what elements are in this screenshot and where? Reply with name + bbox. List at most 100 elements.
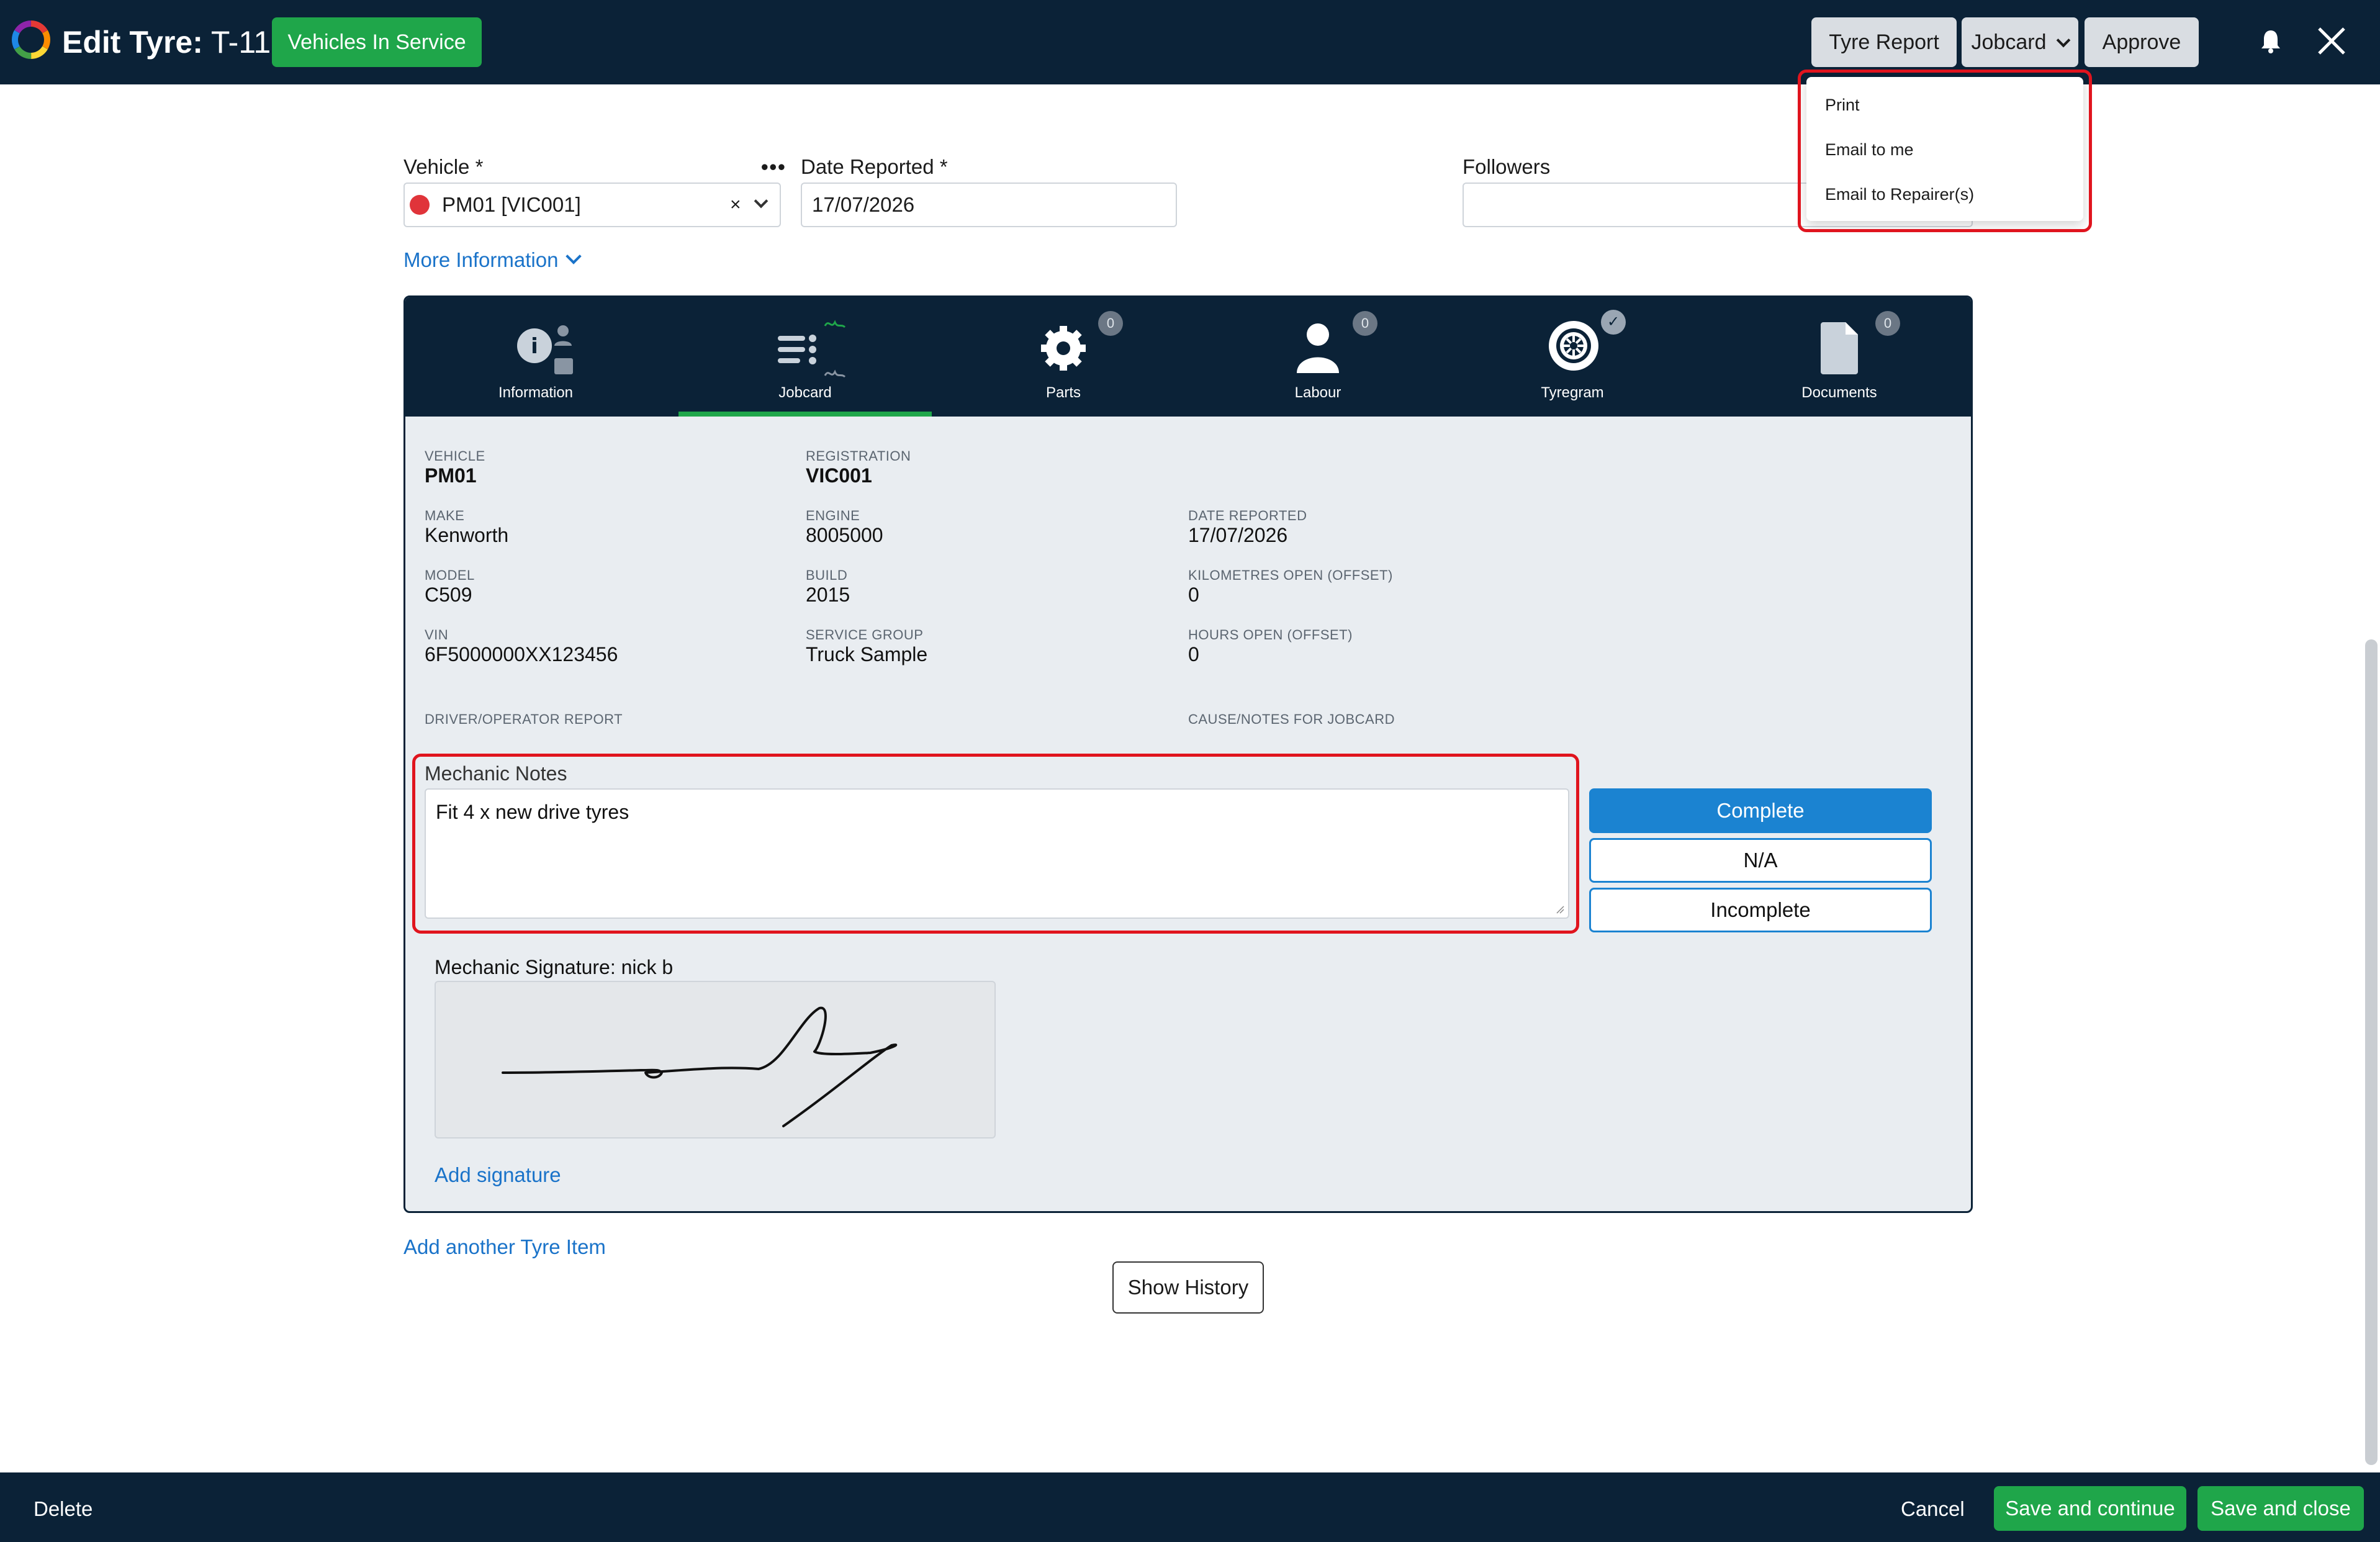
add-signature-link[interactable]: Add signature [435,1163,561,1187]
tab-information[interactable]: i Information [405,297,666,417]
vehicle-detail-value: PM01 [425,464,477,487]
jobcard-list-icon [778,320,846,378]
resize-handle-icon[interactable] [1556,905,1564,914]
more-information-label: More Information [403,248,559,271]
tab-label: Documents [1801,384,1877,401]
mechanic-notes-label: Mechanic Notes [425,762,567,785]
service-group-value: Truck Sample [806,643,928,665]
engine-label: ENGINE [806,508,860,523]
model-value: C509 [425,584,472,606]
approve-button[interactable]: Approve [2085,17,2199,67]
document-icon [1821,322,1858,374]
signature-drawing [502,1006,898,1127]
bottom-bar: Delete Cancel Save and continue Save and… [0,1472,2380,1542]
date-reported-detail-value: 17/07/2026 [1188,524,1288,546]
approve-label: Approve [2102,30,2181,54]
vin-value: 6F5000000XX123456 [425,643,618,665]
menu-item-print[interactable]: Print [1825,96,1860,115]
tab-label: Jobcard [778,384,832,401]
top-bar: Edit Tyre: T-11 Vehicles In Service Tyre… [0,0,2380,84]
km-open-label: KILOMETRES OPEN (OFFSET) [1188,567,1393,583]
service-group-label: SERVICE GROUP [806,627,924,642]
page-title: Edit Tyre: T-11 [62,22,271,62]
engine-value: 8005000 [806,524,883,546]
menu-item-email-to-repairers[interactable]: Email to Repairer(s) [1825,185,1974,204]
tab-label: Information [498,384,574,401]
tab-tyregram[interactable]: ✓ Tyregram [1448,297,1697,417]
model-label: MODEL [425,567,475,583]
hours-open-value: 0 [1188,643,1199,665]
cause-notes-label: CAUSE/NOTES FOR JOBCARD [1188,711,1395,727]
tyre-report-button[interactable]: Tyre Report [1811,17,1957,67]
tab-parts[interactable]: 0 Parts [939,297,1188,417]
documents-count-badge: 0 [1875,311,1900,336]
show-history-button[interactable]: Show History [1112,1261,1264,1314]
clear-icon[interactable]: × [730,184,741,226]
person-icon [1297,323,1339,373]
vehicle-select[interactable]: PM01 [VIC001] × [403,183,781,227]
vehicle-detail-label: VEHICLE [425,448,485,464]
registration-label: REGISTRATION [806,448,911,464]
tab-documents[interactable]: 0 Documents [1709,297,1970,417]
tab-label: Labour [1294,384,1341,401]
km-open-value: 0 [1188,584,1199,606]
tab-label: Tyregram [1541,384,1604,401]
build-label: BUILD [806,567,848,583]
driver-report-label: DRIVER/OPERATOR REPORT [425,711,623,727]
vehicle-status-dot-icon [410,195,430,215]
parts-count-badge: 0 [1098,311,1123,336]
incomplete-button[interactable]: Incomplete [1589,888,1932,932]
mechanic-notes-value: Fit 4 x new drive tyres [436,801,629,823]
tab-bar: i Information Jobcard 0 Parts 0 Labour ✓… [405,297,1971,417]
jobcard-dropdown-menu: Print Email to me Email to Repairer(s) [1806,77,2083,221]
check-icon: ✓ [1601,310,1626,335]
tab-jobcard[interactable]: Jobcard [678,297,932,417]
save-and-continue-button[interactable]: Save and continue [1994,1486,2186,1531]
vin-label: VIN [425,627,449,642]
hours-open-label: HOURS OPEN (OFFSET) [1188,627,1353,642]
mechanic-notes-textarea[interactable]: Fit 4 x new drive tyres [425,788,1569,919]
app-logo-icon [12,20,50,59]
jobcard-label: Jobcard [1971,30,2047,54]
labour-count-badge: 0 [1353,311,1377,336]
tab-label: Parts [1045,384,1081,401]
registration-value: VIC001 [806,464,872,487]
date-reported-input[interactable]: 17/07/2026 [801,183,1177,227]
complete-button[interactable]: Complete [1589,788,1932,833]
vehicle-value: PM01 [VIC001] [442,193,581,216]
date-reported-label: Date Reported * [801,155,948,178]
close-icon[interactable] [2315,25,2348,57]
vehicle-label: Vehicle * [403,155,484,178]
build-value: 2015 [806,584,850,606]
menu-item-email-to-me[interactable]: Email to me [1825,140,1914,160]
more-information-link[interactable]: More Information [403,248,582,272]
mechanic-signature-label: Mechanic Signature: nick b [435,956,674,978]
more-options-icon[interactable]: ••• [761,155,787,179]
na-button[interactable]: N/A [1589,838,1932,883]
chevron-down-icon [566,248,582,264]
active-tab-indicator [678,412,932,417]
save-and-close-button[interactable]: Save and close [2197,1486,2364,1531]
delete-button[interactable]: Delete [34,1497,92,1521]
status-badge-button[interactable]: Vehicles In Service [272,17,482,67]
tab-labour[interactable]: 0 Labour [1194,297,1442,417]
followers-label: Followers [1463,155,1551,178]
gear-icon [1041,326,1086,371]
tyre-report-label: Tyre Report [1829,30,1939,54]
chevron-down-icon[interactable] [754,194,769,209]
title-id: T-11 [210,25,271,60]
add-tyre-item-link[interactable]: Add another Tyre Item [403,1235,606,1259]
info-icon: i [517,325,573,374]
date-reported-detail-label: DATE REPORTED [1188,508,1307,523]
signature-pad [435,981,996,1138]
jobcard-dropdown-button[interactable]: Jobcard [1962,17,2078,67]
svg-text:i: i [531,334,538,359]
bell-icon[interactable] [2260,29,2282,53]
tyre-icon [1549,321,1598,371]
chevron-down-icon [2057,33,2071,48]
vertical-scrollbar[interactable] [2365,639,2378,1465]
title-prefix: Edit Tyre: [62,25,203,60]
make-label: MAKE [425,508,465,523]
make-value: Kenworth [425,524,509,546]
cancel-button[interactable]: Cancel [1901,1497,1965,1521]
